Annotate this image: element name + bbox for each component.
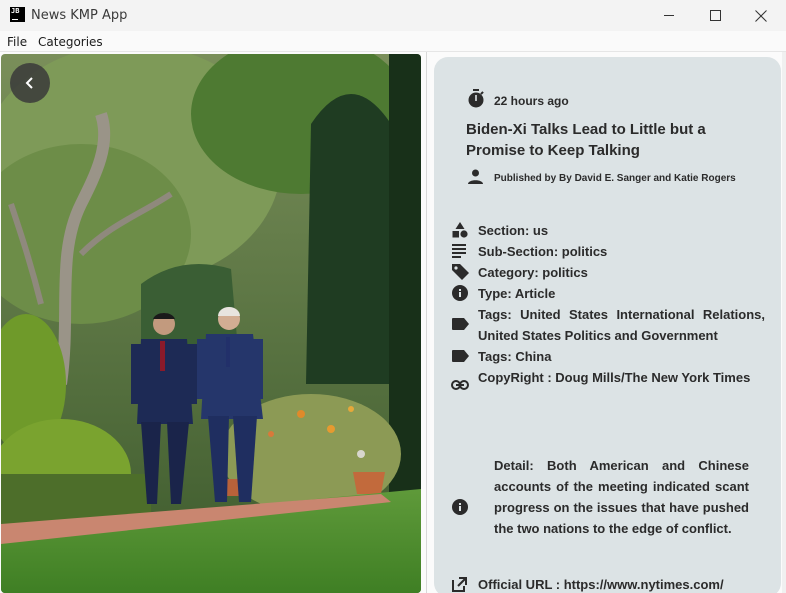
person-icon <box>468 169 483 184</box>
minimize-icon <box>663 15 674 16</box>
menu-file[interactable]: File <box>7 35 27 49</box>
pane-divider[interactable] <box>426 52 427 593</box>
label-icon <box>452 350 469 362</box>
info-icon <box>452 499 468 515</box>
back-button[interactable] <box>10 63 50 103</box>
tag-icon <box>452 264 469 280</box>
close-button[interactable] <box>738 0 784 31</box>
title-bar: JB News KMP App <box>0 0 786 31</box>
link-icon <box>451 380 469 390</box>
subsection-label: Sub-Section: politics <box>478 244 608 259</box>
article-headline: Biden-Xi Talks Lead to Little but a Prom… <box>466 121 706 159</box>
info-icon <box>452 285 468 301</box>
subject-lines-icon <box>452 244 467 258</box>
official-url-link[interactable]: Official URL : https://www.nytimes.com/ <box>478 577 724 592</box>
menu-categories[interactable]: Categories <box>38 35 103 49</box>
menu-bar: File Categories <box>0 31 786 52</box>
maximize-button[interactable] <box>692 0 738 31</box>
timer-icon <box>467 89 485 109</box>
tags-label-secondary: Tags: China <box>478 349 552 364</box>
minimize-button[interactable] <box>646 0 692 31</box>
scrollbar[interactable] <box>782 52 786 593</box>
published-time: 22 hours ago <box>494 94 569 108</box>
copyright-label: CopyRight : Doug Mills/The New York Time… <box>478 370 751 385</box>
open-in-new-icon <box>452 577 467 592</box>
content-area: 22 hours ago Biden-Xi Talks Lead to Litt… <box>0 52 786 593</box>
category-shapes-icon <box>452 222 468 238</box>
maximize-icon <box>709 10 721 21</box>
article-byline: Published by By David E. Sanger and Kati… <box>494 173 736 184</box>
type-label: Type: Article <box>478 286 556 301</box>
arrow-back-icon <box>25 77 33 89</box>
section-label: Section: us <box>478 223 549 238</box>
category-label: Category: politics <box>478 265 588 280</box>
close-icon <box>755 9 767 22</box>
label-icon <box>452 318 469 330</box>
article-detail-text: Detail: Both American and Chinese accoun… <box>494 458 749 536</box>
window-title: News KMP App <box>31 8 128 23</box>
article-image <box>1 54 421 593</box>
article-detail-card: 22 hours ago Biden-Xi Talks Lead to Litt… <box>434 57 781 593</box>
app-logo-icon: JB <box>10 7 25 22</box>
tags-label: Tags: United States International Relati… <box>478 307 765 343</box>
